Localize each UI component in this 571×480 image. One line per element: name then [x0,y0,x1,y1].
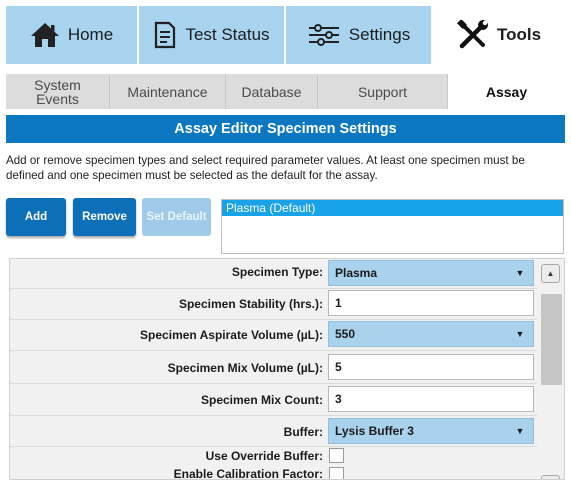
remove-button[interactable]: Remove [73,198,136,236]
set-default-button[interactable]: Set Default [142,198,211,236]
divider [10,350,537,351]
aspirate-volume-value: 550 [335,327,356,341]
specimen-type-select[interactable]: Plasma ▼ [328,260,534,286]
specimen-stability-input[interactable]: 1 [328,290,534,316]
specimen-type-label: Specimen Type: [231,265,323,279]
aspirate-volume-label: Specimen Aspirate Volume (µL): [140,328,323,342]
specimen-settings-panel: Specimen Type: Plasma ▼ Specimen Stabili… [9,258,565,480]
aspirate-volume-select[interactable]: 550 ▼ [328,321,534,347]
divider [10,383,537,384]
divider [10,319,537,320]
home-icon [30,22,60,48]
chevron-down-icon: ▼ [515,268,525,278]
chevron-down-icon: ▼ [515,426,525,436]
mix-volume-input[interactable]: 5 [328,354,534,380]
tab-test-status[interactable]: Test Status [139,6,284,64]
buffer-label: Buffer: [283,425,323,439]
sliders-icon [307,23,341,47]
subtab-system-events-line2: Events [36,90,79,107]
sub-navigation: System Events Maintenance Database Suppo… [6,74,565,109]
description-text: Add or remove specimen types and select … [6,154,525,182]
tab-home[interactable]: Home [6,6,137,64]
subtab-system-events[interactable]: System Events [6,74,110,109]
scroll-down-button[interactable] [541,475,560,479]
scroll-thumb[interactable] [541,294,562,385]
calibration-factor-checkbox[interactable] [329,467,344,479]
subtab-database[interactable]: Database [226,74,318,109]
tab-tools-label: Tools [496,25,542,44]
scrollbar[interactable]: ▲ [538,259,564,479]
top-navigation: Home Test Status Settings Tools [0,0,571,70]
add-button[interactable]: Add [6,198,66,236]
tab-test-status-label: Test Status [185,25,270,44]
chevron-up-icon: ▲ [546,269,555,278]
tab-settings-label: Settings [348,25,411,44]
subtab-maintenance[interactable]: Maintenance [110,74,226,109]
mix-count-input[interactable]: 3 [328,386,534,412]
divider [10,415,537,416]
buffer-value: Lysis Buffer 3 [335,424,414,438]
calibration-factor-label: Enable Calibration Factor: [173,467,323,480]
specimen-type-value: Plasma [335,266,378,280]
specimen-stability-label: Specimen Stability (hrs.): [178,297,323,311]
tools-icon [457,20,489,50]
override-buffer-label: Use Override Buffer: [205,449,323,463]
buffer-select[interactable]: Lysis Buffer 3 ▼ [328,418,534,444]
tab-tools[interactable]: Tools [433,6,565,64]
chevron-down-icon: ▼ [515,329,525,339]
scroll-up-button[interactable]: ▲ [541,264,560,283]
subtab-system-events-line1: System [34,76,81,93]
divider [10,446,537,447]
tab-home-label: Home [67,25,114,44]
specimen-list[interactable]: Plasma (Default) [221,199,564,254]
override-buffer-checkbox[interactable] [329,448,344,463]
divider [10,288,537,289]
tab-settings[interactable]: Settings [286,6,431,64]
subtab-assay[interactable]: Assay [448,74,565,109]
subtab-support[interactable]: Support [318,74,448,109]
page-title: Assay Editor Specimen Settings [6,115,565,143]
document-icon [153,21,177,49]
mix-count-label: Specimen Mix Count: [200,393,323,407]
list-item[interactable]: Plasma (Default) [222,200,563,216]
mix-volume-label: Specimen Mix Volume (µL): [167,361,323,375]
